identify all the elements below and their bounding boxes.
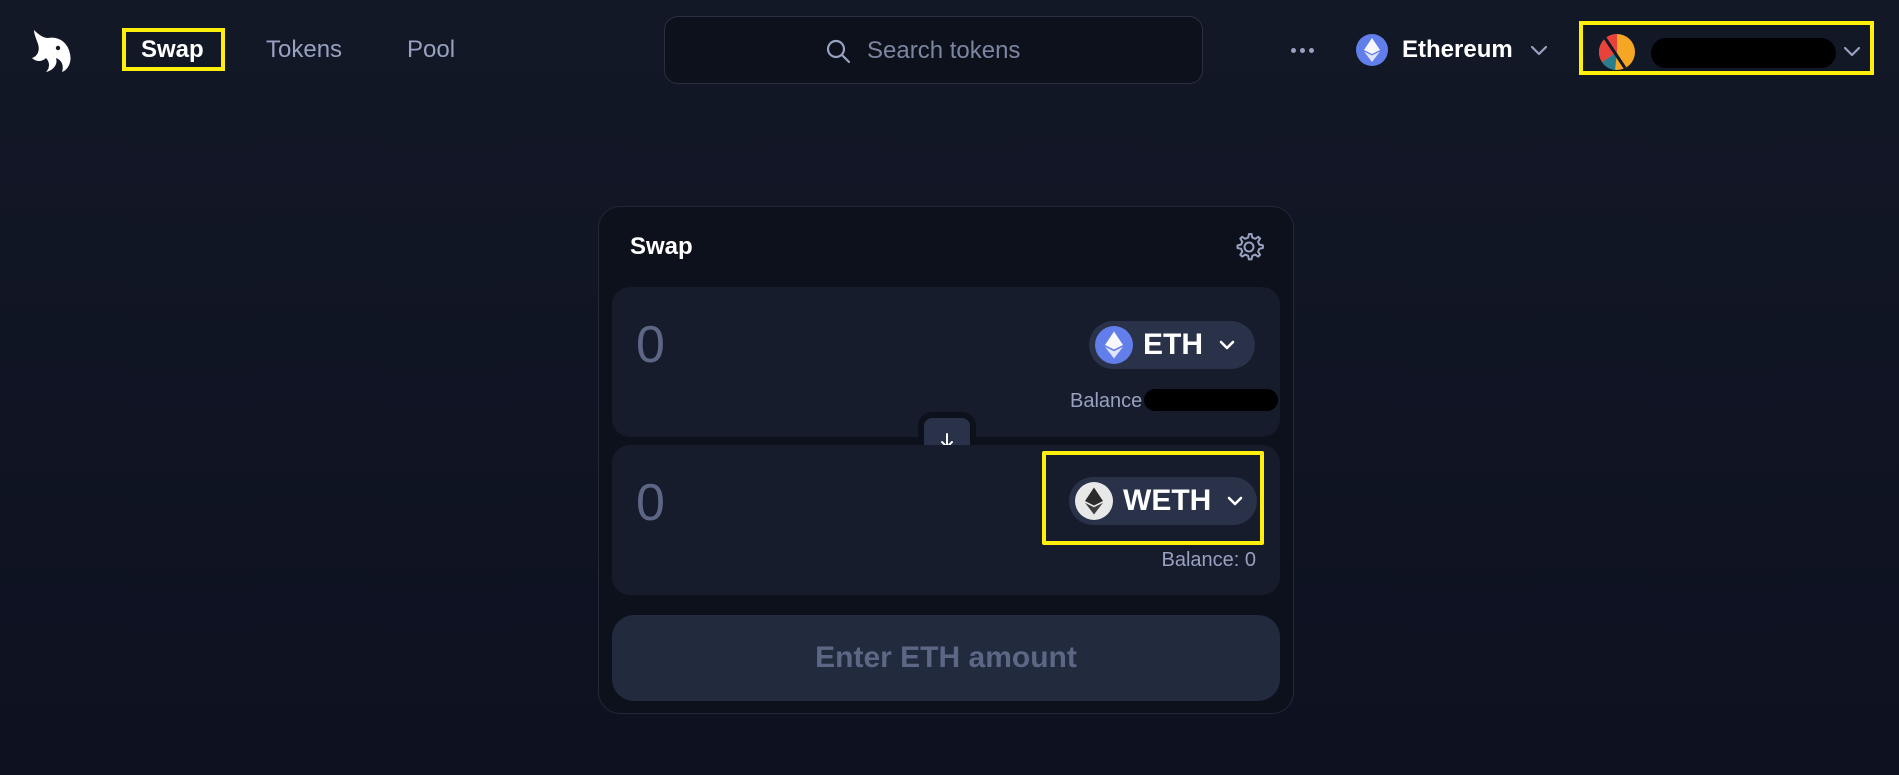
search-bar[interactable] (664, 16, 1203, 84)
more-menu-button[interactable] (1282, 32, 1322, 68)
swap-card: Swap ETH Balance (598, 206, 1294, 714)
search-icon (826, 39, 851, 64)
output-balance-text: Balance: 0 (1161, 549, 1256, 571)
dot-icon (1299, 47, 1305, 53)
chevron-down-icon (1228, 496, 1243, 506)
enter-amount-button[interactable]: Enter ETH amount (612, 615, 1280, 701)
account-button[interactable] (1579, 21, 1874, 75)
eth-token-icon (1095, 326, 1133, 364)
input-amount-field[interactable] (636, 315, 1016, 375)
dot-icon (1308, 47, 1314, 53)
ethereum-icon (1356, 34, 1388, 66)
nav-pool-link[interactable]: Pool (407, 30, 455, 70)
avatar (1599, 34, 1635, 70)
output-token-selector[interactable]: WETH (1069, 477, 1257, 525)
nav-tokens-link[interactable]: Tokens (266, 30, 342, 70)
weth-token-icon (1075, 482, 1113, 520)
input-token-label: ETH (1143, 328, 1203, 361)
chevron-down-icon (1219, 340, 1235, 350)
swap-card-title: Swap (630, 233, 693, 260)
uniswap-logo-icon[interactable] (28, 24, 76, 76)
network-selector[interactable]: Ethereum (1356, 30, 1549, 70)
gear-icon[interactable] (1233, 231, 1265, 263)
input-token-selector[interactable]: ETH (1089, 321, 1255, 369)
network-label: Ethereum (1402, 36, 1513, 63)
input-balance-label: Balance (1070, 390, 1143, 412)
dot-icon (1290, 47, 1296, 53)
output-amount-field[interactable] (636, 473, 1016, 533)
search-input[interactable] (867, 34, 1167, 68)
nav-swap-link[interactable]: Swap (141, 30, 204, 70)
input-balance-redacted (1144, 389, 1278, 411)
page: Swap Tokens Pool Ethereum (0, 0, 1899, 775)
account-address-redacted (1651, 38, 1836, 68)
chevron-down-icon (1843, 46, 1861, 57)
swap-output-panel: WETH Balance: 0 (612, 445, 1280, 595)
chevron-down-icon (1530, 45, 1547, 56)
output-token-label: WETH (1123, 484, 1212, 517)
